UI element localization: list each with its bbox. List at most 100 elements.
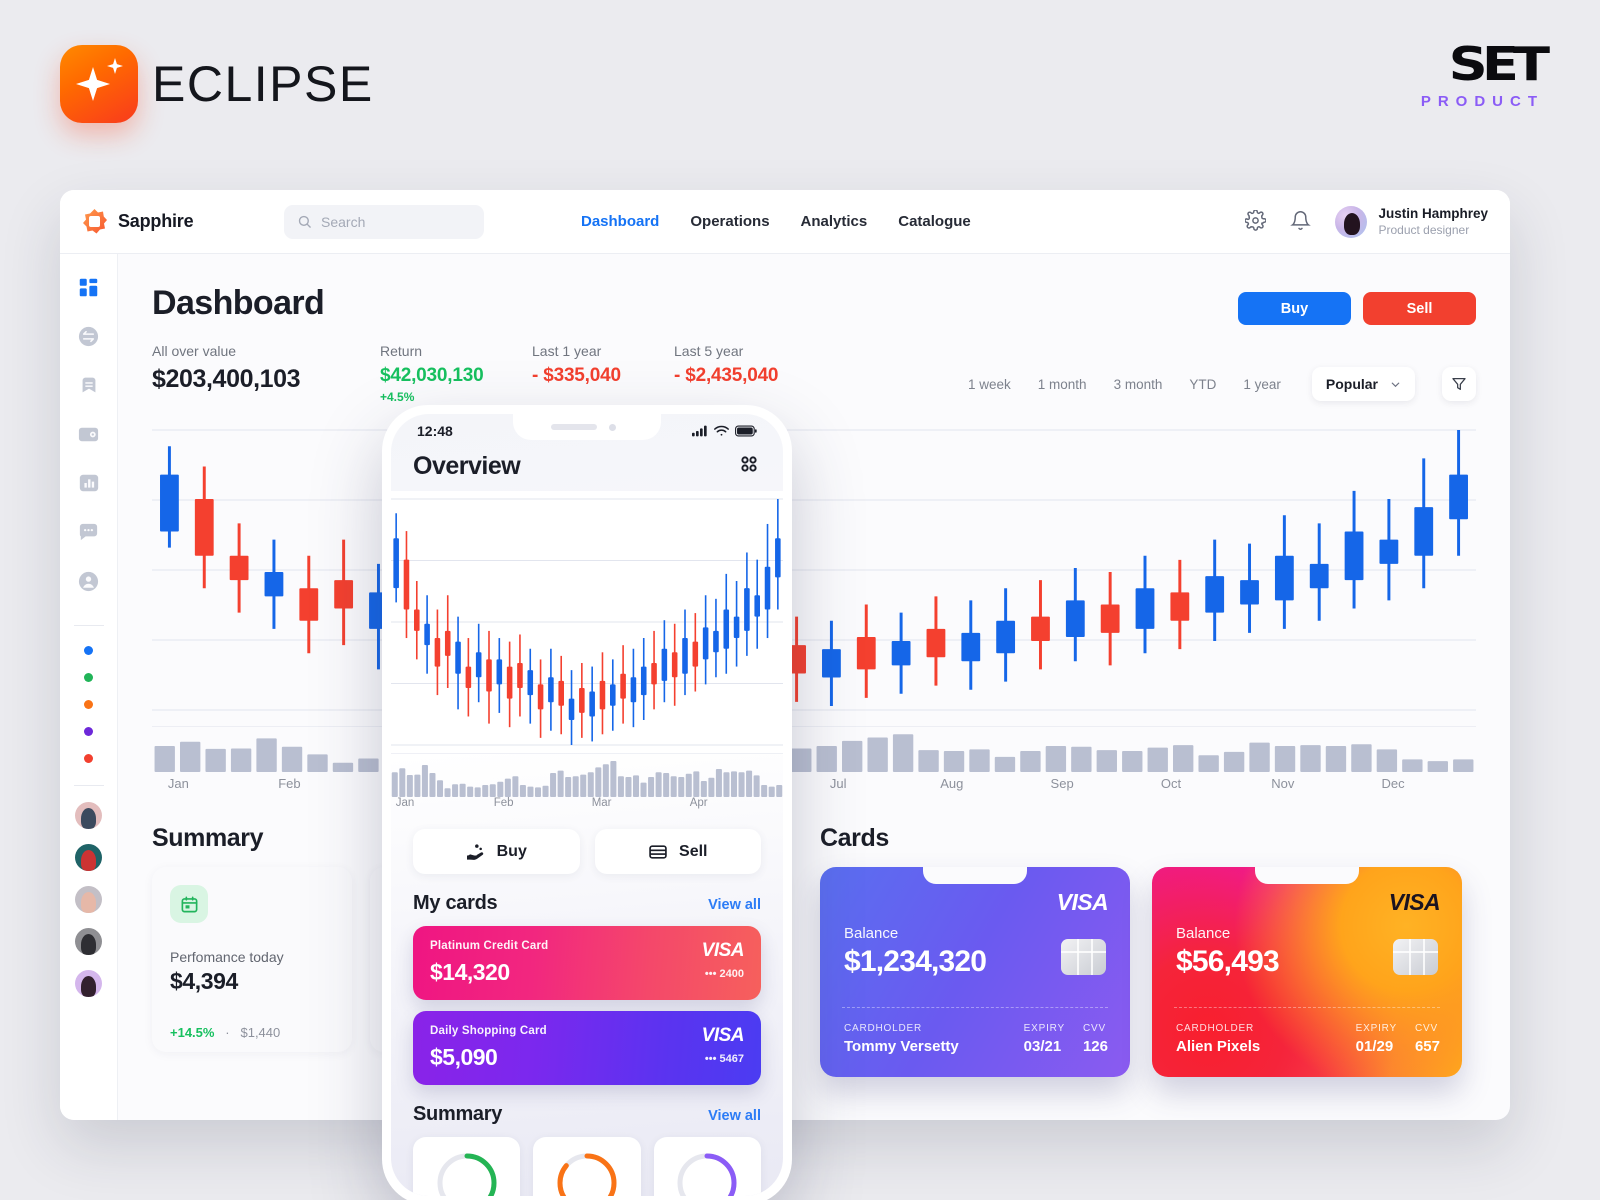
summary-card-footer: +14.5% · $1,440 (170, 1025, 281, 1040)
setproduct-word: PRODUCT (1420, 93, 1544, 111)
sidebar-avatar[interactable] (75, 928, 102, 955)
tab-dashboard[interactable]: Dashboard (581, 213, 659, 230)
phone-chart-axis: Jan Feb Mar Apr (391, 797, 783, 819)
stat-value: - $2,435,040 (674, 365, 779, 386)
bell-icon[interactable] (1290, 210, 1314, 234)
credit-card-indigo[interactable]: VISA Balance $1,234,320 CARDHOLDER Tommy… (820, 867, 1130, 1077)
sidebar-dot-green[interactable] (84, 673, 93, 682)
phone-mycards-title: My cards (413, 892, 498, 914)
sparkle-small-icon (107, 58, 123, 74)
axis-tick-label: Dec (1381, 776, 1405, 791)
range-1-year[interactable]: 1 year (1243, 377, 1281, 392)
camera-icon (609, 424, 616, 431)
summary-card-label: Perfomance today (170, 949, 284, 965)
sidebar-avatar[interactable] (75, 886, 102, 913)
sidebar-item-profile[interactable] (76, 568, 102, 594)
sidebar-divider-2 (73, 785, 104, 786)
phone-summary-viewall[interactable]: View all (708, 1108, 761, 1124)
phone-donut-card[interactable] (653, 1137, 761, 1196)
branding-bar: ECLIPSE SET PRODUCT (0, 0, 1600, 190)
sort-select[interactable]: Popular (1311, 367, 1415, 401)
eclipse-logo-icon (60, 45, 138, 123)
battery-icon (735, 425, 757, 437)
stats-row: All over value $203,400,103 Return $42,0… (152, 343, 1476, 404)
speaker-icon (551, 424, 597, 430)
app-brand-label: Sapphire (118, 211, 194, 231)
visa-logo: VISA (701, 1025, 745, 1046)
range-1-month[interactable]: 1 month (1038, 377, 1087, 392)
tab-operations[interactable]: Operations (690, 213, 769, 230)
phone-donut-card[interactable] (533, 1137, 641, 1196)
axis-tick-label: Jan (395, 797, 415, 809)
tab-catalogue[interactable]: Catalogue (898, 213, 971, 230)
chart-x-axis: JanFebMarAprMayJunJulAugSepOctNovDec (152, 776, 1476, 798)
phone-donut-card[interactable] (413, 1137, 521, 1196)
cards-title: Cards (820, 824, 889, 852)
sidebar-avatar[interactable] (75, 802, 102, 829)
phone-card-masked: ••• 5467 (704, 1053, 744, 1065)
cardholder-value: Alien Pixels (1176, 1038, 1261, 1055)
sidebar-item-tag[interactable] (76, 372, 102, 398)
visa-logo: VISA (1388, 889, 1441, 915)
search-icon (298, 215, 311, 228)
summary-card-performance[interactable]: Perfomance today $4,394 +14.5% · $1,440 (152, 867, 352, 1052)
phone-buy-button[interactable]: Buy (413, 829, 580, 874)
chip-icon (1061, 939, 1106, 975)
sort-select-value: Popular (1325, 376, 1378, 392)
phone-clock: 12:48 (417, 423, 453, 439)
range-1-week[interactable]: 1 week (968, 377, 1011, 392)
credit-card-sunset[interactable]: VISA Balance $56,493 CARDHOLDER Alien Pi… (1152, 867, 1462, 1077)
sidebar-avatar[interactable] (75, 970, 102, 997)
range-ytd[interactable]: YTD (1189, 377, 1216, 392)
sidebar-divider (73, 625, 104, 626)
stat-last-5-year: Last 5 year - $2,435,040 (674, 343, 834, 387)
cards-list: VISA Balance $1,234,320 CARDHOLDER Tommy… (820, 867, 1476, 1077)
phone-sell-button[interactable]: Sell (594, 829, 761, 874)
stat-label: Last 5 year (674, 343, 744, 359)
sidebar-item-wallet[interactable] (76, 421, 102, 447)
tab-analytics[interactable]: Analytics (801, 213, 868, 230)
sidebar-item-dashboard[interactable] (76, 274, 102, 300)
cvv-value: 657 (1414, 1038, 1440, 1055)
expiry-label: EXPIRY (1355, 1023, 1397, 1034)
sidebar-item-exchange[interactable] (76, 323, 102, 349)
user-role: Product designer (1378, 222, 1470, 237)
sidebar-dot-purple[interactable] (84, 727, 93, 736)
app-brand[interactable]: Sapphire (82, 209, 262, 234)
stat-all-over-value: All over value $203,400,103 (152, 343, 380, 394)
cvv-label: CVV (1414, 1023, 1438, 1034)
axis-tick-label: Feb (278, 776, 301, 791)
candlestick-chart-svg (152, 429, 1476, 711)
phone-card-platinum[interactable]: Platinum Credit Card $14,320 VISA ••• 24… (413, 926, 761, 1000)
user-menu[interactable]: Justin Hamphrey Product designer (1335, 205, 1488, 239)
sidebar-item-chat[interactable] (76, 519, 102, 545)
axis-tick-label: Feb (493, 797, 514, 809)
card-balance-value: $56,493 (1176, 945, 1280, 978)
sidebar-item-analytics[interactable] (76, 470, 102, 496)
app-topbar: Sapphire Search Dashboard Operations Ana… (60, 190, 1510, 254)
phone-card-daily[interactable]: Daily Shopping Card $5,090 VISA ••• 5467 (413, 1011, 761, 1085)
search-input[interactable]: Search (284, 204, 484, 239)
donut-chart-icon (677, 1153, 737, 1196)
sidebar-dot-red[interactable] (84, 754, 93, 763)
donut-chart-icon (557, 1153, 617, 1196)
phone-mycards-viewall[interactable]: View all (708, 897, 761, 913)
sidebar-dot-orange[interactable] (84, 700, 93, 709)
grid-dots-icon[interactable] (737, 452, 761, 481)
sidebar-dot-blue[interactable] (84, 646, 93, 655)
stat-last-1-year: Last 1 year - $335,040 (532, 343, 674, 387)
sell-button[interactable]: Sell (1363, 292, 1476, 325)
axis-tick-label: Jul (829, 776, 847, 791)
sapphire-flower-icon (83, 209, 107, 234)
filter-button[interactable] (1442, 367, 1476, 401)
gear-icon[interactable] (1244, 208, 1269, 234)
phone-card-name: Platinum Credit Card (430, 940, 549, 952)
setproduct-logo: SET PRODUCT (1420, 41, 1550, 111)
stat-change: +4.5% (380, 390, 415, 404)
sidebar-avatar[interactable] (75, 844, 102, 871)
range-3-month[interactable]: 3 month (1114, 377, 1163, 392)
summary-card-change: +14.5% (170, 1025, 215, 1040)
visa-logo: VISA (1056, 889, 1109, 915)
buy-button[interactable]: Buy (1238, 292, 1351, 325)
phone-volume-chart (391, 753, 783, 797)
